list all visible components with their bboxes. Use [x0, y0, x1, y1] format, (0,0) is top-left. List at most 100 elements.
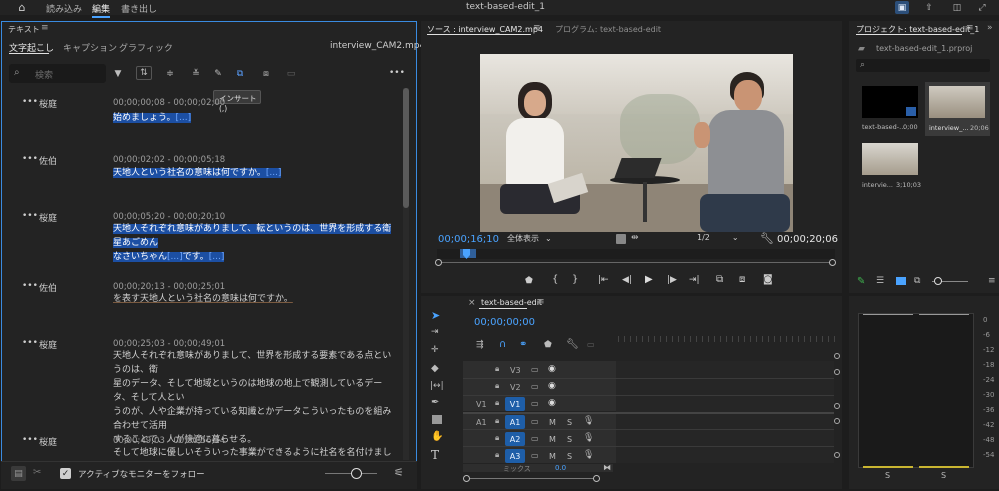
linked-selection-icon[interactable]: ⚭: [519, 339, 527, 350]
timeline-hscroll[interactable]: [467, 478, 597, 479]
list-view-icon[interactable]: ▤: [11, 466, 26, 481]
vscroll-handle[interactable]: [834, 452, 840, 458]
notifications-icon[interactable]: ◫: [950, 1, 964, 14]
drag-audio-icon[interactable]: ⇹: [631, 233, 639, 243]
marker-icon[interactable]: ⬟: [525, 276, 533, 286]
quick-export-icon[interactable]: ▣: [895, 1, 909, 14]
mute-button[interactable]: M: [549, 435, 556, 444]
more-options-icon[interactable]: •••: [389, 68, 405, 78]
sync-lock-icon[interactable]: ▭: [531, 382, 539, 391]
resolution-dropdown[interactable]: 1/2 ⌄: [697, 233, 749, 246]
source-menu-icon[interactable]: ≡: [533, 23, 541, 33]
overwrite-icon[interactable]: ⧈: [258, 67, 274, 81]
sync-lock-icon[interactable]: ▭: [531, 399, 539, 408]
pen-icon[interactable]: ✒: [431, 397, 439, 408]
project-search[interactable]: ⌕: [856, 59, 990, 72]
lock-icon[interactable]: 🔒︎: [495, 364, 499, 374]
speaker-more-icon[interactable]: •••: [22, 154, 38, 164]
add-marker-icon[interactable]: ⬟: [544, 340, 552, 350]
panel-menu-icon[interactable]: ≡: [41, 23, 49, 33]
vscroll-handle[interactable]: [834, 403, 840, 409]
go-to-out-icon[interactable]: ⇥|: [689, 275, 700, 285]
microphone-icon[interactable]: 🎙︎: [583, 416, 594, 426]
microphone-icon[interactable]: 🎙︎: [583, 433, 594, 443]
zoom-scrollbar[interactable]: [437, 262, 833, 263]
project-menu-icon[interactable]: ≡: [966, 23, 974, 33]
search-box[interactable]: ⌕ 検索: [9, 64, 106, 83]
sequence-menu-icon[interactable]: ≡: [537, 297, 545, 307]
thumbnail-sequence[interactable]: [862, 86, 918, 118]
pencil-icon[interactable]: ✎: [857, 276, 865, 287]
track-target-a3[interactable]: A3: [505, 449, 525, 463]
microphone-icon[interactable]: 🎙︎: [583, 450, 594, 460]
pencil-icon[interactable]: ✎: [210, 67, 226, 81]
caption-icon[interactable]: ▭: [283, 67, 299, 81]
overwrite-button-icon[interactable]: ⧈: [739, 274, 745, 285]
tab-captions[interactable]: キャプション: [63, 41, 117, 54]
icon-view-icon[interactable]: [896, 277, 906, 285]
zoom-handle-left[interactable]: [435, 259, 442, 266]
entry-text[interactable]: を表す天地人という社名の意味は何ですか。: [113, 292, 395, 306]
source-patch-a1[interactable]: A1: [476, 418, 487, 427]
slip-icon[interactable]: |↔|: [430, 381, 444, 391]
timeline-timecode[interactable]: 00;00;00;00: [474, 317, 535, 328]
drag-video-icon[interactable]: [616, 234, 626, 244]
sync-lock-icon[interactable]: ▭: [531, 417, 539, 426]
wrench-icon[interactable]: 🔧︎: [760, 232, 774, 245]
track-select-icon[interactable]: ⇥: [431, 327, 439, 337]
track-label-v2[interactable]: V2: [510, 383, 521, 392]
panel-overflow-icon[interactable]: »: [987, 23, 993, 33]
speaker-name[interactable]: 桜庭: [39, 338, 57, 351]
lock-icon[interactable]: 🔒︎: [495, 398, 499, 408]
track-label-v3[interactable]: V3: [510, 366, 521, 375]
timeline-settings-icon[interactable]: 🔧︎: [566, 339, 579, 350]
solo-button[interactable]: S: [567, 452, 572, 461]
step-forward-icon[interactable]: |▶: [667, 275, 677, 285]
rectangle-icon[interactable]: [432, 415, 442, 424]
lock-icon[interactable]: 🔒︎: [495, 450, 499, 460]
thumbnail-interview[interactable]: [929, 86, 985, 118]
tab-edit[interactable]: 編集: [92, 2, 111, 18]
vscroll-handle-top[interactable]: [834, 353, 840, 359]
play-icon[interactable]: ▶: [645, 274, 653, 285]
camera-icon[interactable]: ◙: [763, 274, 773, 285]
split-icon[interactable]: ✂: [33, 467, 41, 478]
speaker-name[interactable]: 佐伯: [39, 281, 57, 294]
eye-icon[interactable]: ◉: [548, 364, 556, 374]
lock-icon[interactable]: 🔒︎: [495, 433, 499, 443]
expand-icon[interactable]: ≑: [162, 67, 178, 81]
captions-icon[interactable]: ▭: [587, 340, 595, 349]
mute-button[interactable]: M: [549, 418, 556, 427]
tab-import[interactable]: 読み込み: [46, 2, 82, 15]
sync-lock-icon[interactable]: ▭: [531, 365, 539, 374]
filter-icon[interactable]: ▼: [110, 67, 126, 81]
mark-in-icon[interactable]: {: [552, 274, 558, 285]
eye-icon[interactable]: ◉: [548, 381, 556, 391]
follow-checkbox[interactable]: ✓: [60, 468, 71, 479]
list-view-icon[interactable]: ☰: [876, 276, 884, 286]
entry-text[interactable]: 天地人という社名の意味は何ですか。[...]: [113, 166, 395, 180]
sort-icon[interactable]: ≡: [988, 276, 996, 286]
eye-icon[interactable]: ◉: [548, 398, 556, 408]
hand-icon[interactable]: ✋: [431, 431, 443, 442]
speaker-name[interactable]: 桜庭: [39, 97, 57, 110]
share-icon[interactable]: ⇧: [922, 1, 936, 14]
snap-icon[interactable]: ∩: [499, 339, 506, 350]
insert-button-icon[interactable]: ⧉: [716, 274, 723, 285]
lock-icon[interactable]: 🔒︎: [495, 381, 499, 391]
sync-lock-icon[interactable]: ▭: [531, 434, 539, 443]
current-timecode[interactable]: 00;00;16;10: [438, 234, 499, 245]
entry-text[interactable]: 始めましょう。[...]: [113, 111, 395, 125]
nest-icon[interactable]: ⇶: [476, 340, 484, 350]
vscroll-handle[interactable]: [834, 369, 840, 375]
zoom-dropdown[interactable]: 全体表示 ⌄: [507, 233, 565, 246]
track-target-a2[interactable]: A2: [505, 432, 525, 446]
type-tool-icon[interactable]: T: [431, 448, 439, 462]
entry-text[interactable]: 天地人それぞれ意味がありまして、世界を形成する要素である点というのは、衛 星のデー…: [113, 349, 395, 447]
step-back-icon[interactable]: ◀|: [622, 275, 632, 285]
speaker-more-icon[interactable]: •••: [22, 211, 38, 221]
razor-icon[interactable]: ◆: [431, 363, 439, 374]
selection-tool-icon[interactable]: ➤: [431, 309, 440, 322]
speaker-more-icon[interactable]: •••: [22, 435, 38, 445]
track-target-a1[interactable]: A1: [505, 415, 525, 429]
